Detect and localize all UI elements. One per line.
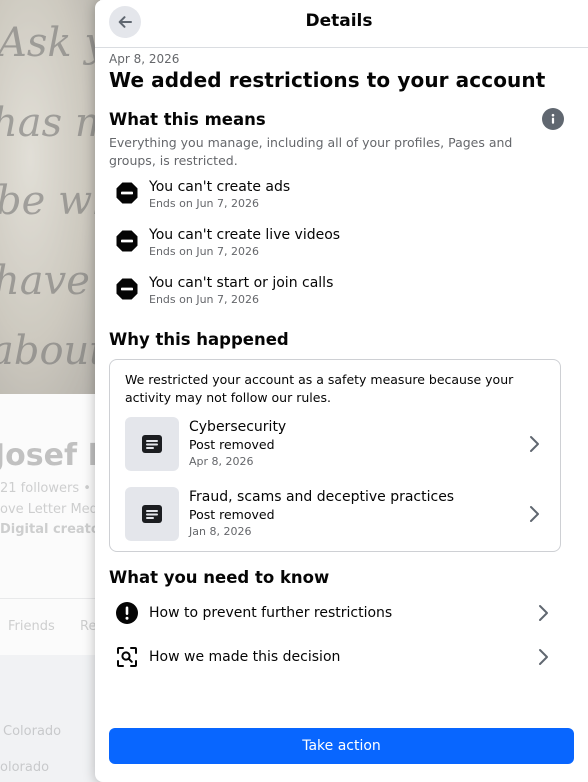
chevron-right-icon <box>531 601 555 625</box>
chevron-right-icon <box>522 502 546 526</box>
restriction-label: You can't create live videos <box>149 227 341 243</box>
alert-circle-icon <box>115 601 139 625</box>
no-entry-icon <box>116 230 138 252</box>
take-action-button[interactable]: Take action <box>109 728 574 764</box>
search-scan-icon <box>115 645 139 669</box>
restriction-end-date: Ends on Jun 7, 2026 <box>149 197 259 210</box>
restriction-description: Everything you manage, including all of … <box>109 135 513 168</box>
chevron-right-icon <box>531 645 555 669</box>
violation-date: Apr 8, 2026 <box>189 455 254 468</box>
restriction-end-date: Ends on Jun 7, 2026 <box>149 293 259 306</box>
violation-status: Post removed <box>189 437 275 452</box>
prevent-restrictions-link[interactable]: How to prevent further restrictions <box>109 591 561 635</box>
restriction-label: You can't create ads <box>149 179 291 195</box>
post-thumbnail <box>125 417 179 471</box>
need-to-know-list: How to prevent further restrictions How … <box>109 591 561 679</box>
violation-item-fraud[interactable]: Fraud, scams and deceptive practices Pos… <box>125 487 560 541</box>
restriction-end-date: Ends on Jun 7, 2026 <box>149 245 259 258</box>
section-title-what-you-need-to-know: What you need to know <box>109 568 330 587</box>
no-entry-icon <box>116 278 138 300</box>
restriction-date: Apr 8, 2026 <box>109 52 180 66</box>
post-icon <box>142 505 162 523</box>
know-item-label: How we made this decision <box>149 649 341 665</box>
know-item-label: How to prevent further restrictions <box>149 605 393 621</box>
violation-item-cybersecurity[interactable]: Cybersecurity Post removed Apr 8, 2026 <box>125 417 560 471</box>
violation-title: Cybersecurity <box>189 419 287 435</box>
restriction-item: You can't create ads Ends on Jun 7, 2026 <box>109 178 561 212</box>
no-entry-icon <box>116 182 138 204</box>
dialog-title: Details <box>305 11 373 31</box>
violation-date: Jan 8, 2026 <box>189 525 252 538</box>
why-explanation: We restricted your account as a safety m… <box>125 372 514 405</box>
restrictions-list: You can't create ads Ends on Jun 7, 2026… <box>109 178 561 308</box>
what-this-means-header: What this means <box>109 108 564 130</box>
restriction-item: You can't create live videos Ends on Jun… <box>109 226 561 260</box>
decision-process-link[interactable]: How we made this decision <box>109 635 561 679</box>
chevron-right-icon <box>522 432 546 456</box>
restriction-label: You can't start or join calls <box>149 275 334 291</box>
info-glyph <box>551 113 555 124</box>
dialog-body: Apr 8, 2026 We added restrictions to you… <box>95 52 575 679</box>
section-title-what-this-means: What this means <box>109 109 266 129</box>
post-icon <box>142 435 162 453</box>
why-this-happened-card: We restricted your account as a safety m… <box>109 359 561 552</box>
page-title: We added restrictions to your account <box>109 68 546 92</box>
section-title-why-this-happened: Why this happened <box>109 330 289 349</box>
dialog-header: Details <box>95 0 588 48</box>
violation-title: Fraud, scams and deceptive practices <box>189 489 455 505</box>
details-dialog: Details Apr 8, 2026 We added restriction… <box>95 0 588 782</box>
violation-status: Post removed <box>189 507 275 522</box>
info-icon[interactable] <box>542 108 564 130</box>
post-thumbnail <box>125 487 179 541</box>
restriction-item: You can't start or join calls Ends on Ju… <box>109 274 561 308</box>
